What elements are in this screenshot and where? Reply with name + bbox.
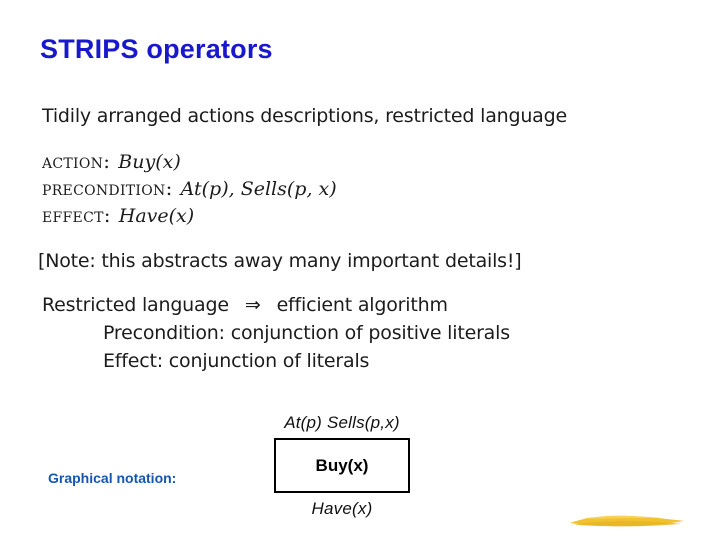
schema-row-precondition: Precondition: At(p), Sells(p, x): [42, 175, 337, 202]
note-text: [Note: this abstracts away many importan…: [38, 250, 522, 272]
restricted-language-left: Restricted language: [42, 294, 229, 316]
diagram-precondition-label: At(p) Sells(p,x): [284, 413, 400, 432]
schema-value-action: Buy(x): [118, 151, 181, 173]
diagram-action-label: Buy(x): [315, 455, 369, 475]
restricted-precondition-line: Precondition: conjunction of positive li…: [103, 322, 510, 344]
schema-value-precondition: At(p), Sells(p, x): [180, 178, 337, 200]
schema-label-effect: Effect:: [42, 203, 111, 227]
restricted-language-headline: Restricted language ⇒ efficient algorithm: [42, 294, 448, 316]
diagram-action-box: Buy(x): [274, 438, 410, 493]
page-title: STRIPS operators: [40, 34, 273, 64]
schema-label-precondition: Precondition:: [42, 176, 173, 200]
slide-canvas: STRIPS operators Tidily arranged actions…: [0, 0, 720, 540]
schema-row-action: Action: Buy(x): [42, 148, 337, 175]
schema-value-effect: Have(x): [118, 205, 195, 227]
diagram-effect-label: Have(x): [311, 499, 373, 518]
graphical-notation-label: Graphical notation:: [48, 470, 177, 486]
lead-text: Tidily arranged actions descriptions, re…: [42, 105, 567, 127]
restricted-effect-line: Effect: conjunction of literals: [103, 350, 370, 372]
brush-stroke-decoration: [570, 515, 684, 527]
schema-label-action: Action:: [42, 149, 111, 173]
schema-row-effect: Effect: Have(x): [42, 202, 337, 229]
restricted-language-right: efficient algorithm: [276, 294, 448, 316]
operator-schema: Action: Buy(x) Precondition: At(p), Sells(…: [42, 148, 337, 229]
operator-diagram: At(p) Sells(p,x) Buy(x) Have(x): [262, 413, 422, 519]
implies-arrow-icon: ⇒: [244, 294, 261, 316]
